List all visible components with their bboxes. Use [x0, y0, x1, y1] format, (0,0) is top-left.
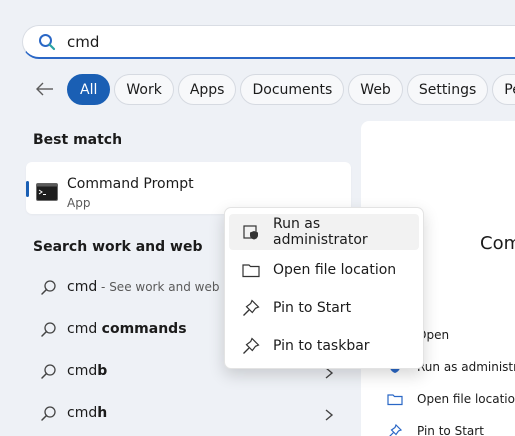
- folder-icon: [242, 261, 260, 279]
- chevron-right-icon[interactable]: [323, 407, 335, 421]
- result-text: cmd: [67, 321, 102, 337]
- menu-label: Run as administrator: [273, 216, 368, 248]
- result-text: cmd: [67, 279, 98, 295]
- menu-pin-to-start[interactable]: Pin to Start: [229, 290, 419, 326]
- result-bold-text: h: [97, 405, 108, 421]
- filter-people[interactable]: People: [492, 74, 515, 105]
- context-menu: Run as administrator Open file location …: [224, 207, 424, 369]
- menu-open-file-location[interactable]: Open file location: [229, 252, 419, 288]
- details-title: Command Prompt: [480, 233, 515, 254]
- filter-tabs: All Work Apps Documents Web Settings Peo…: [67, 74, 515, 105]
- menu-pin-to-taskbar[interactable]: Pin to taskbar: [229, 328, 419, 364]
- pin-icon: [242, 299, 260, 317]
- folder-icon: [387, 391, 403, 407]
- search-input[interactable]: [67, 32, 467, 51]
- search-icon: [40, 363, 58, 381]
- filter-work[interactable]: Work: [114, 74, 174, 105]
- menu-label: Pin to Start: [273, 300, 352, 316]
- action-label: Pin to Start: [417, 424, 484, 436]
- pin-icon: [242, 337, 260, 355]
- result-bold-text: commands: [101, 321, 187, 337]
- action-pin-to-start[interactable]: Pin to Start: [387, 420, 484, 436]
- search-icon: [40, 279, 58, 297]
- result-text: cmd: [67, 405, 98, 421]
- search-icon: [37, 32, 57, 52]
- action-label: Run as administrator: [417, 360, 515, 374]
- web-result-row[interactable]: cmdh: [26, 395, 351, 433]
- filter-label: People: [504, 81, 515, 98]
- filter-label: Web: [360, 81, 391, 98]
- filter-label: Work: [126, 81, 162, 98]
- filter-label: Apps: [189, 81, 225, 98]
- best-match-type: App: [67, 196, 91, 210]
- menu-run-as-administrator[interactable]: Run as administrator: [229, 214, 419, 250]
- action-open-file-location[interactable]: Open file location: [387, 388, 515, 410]
- pin-icon: [387, 423, 403, 436]
- selection-accent: [26, 181, 29, 197]
- filter-apps[interactable]: Apps: [177, 74, 237, 105]
- result-bold-text: b: [97, 363, 108, 379]
- result-text: cmd: [67, 363, 98, 379]
- search-web-heading: Search work and web: [33, 239, 203, 255]
- search-icon: [40, 321, 58, 339]
- menu-label: Pin to taskbar: [273, 338, 370, 354]
- action-label: Open file location: [417, 392, 515, 406]
- back-arrow-icon[interactable]: [34, 78, 56, 100]
- filter-documents[interactable]: Documents: [240, 74, 345, 105]
- best-match-name: Command Prompt: [67, 176, 194, 192]
- search-bar[interactable]: [22, 25, 515, 59]
- filter-label: Settings: [418, 81, 477, 98]
- windows-search-panel: All Work Apps Documents Web Settings Peo…: [0, 0, 515, 436]
- filter-web[interactable]: Web: [348, 74, 403, 105]
- filter-settings[interactable]: Settings: [406, 74, 489, 105]
- search-icon: [40, 405, 58, 423]
- filter-label: All: [80, 81, 98, 98]
- best-match-heading: Best match: [33, 132, 123, 148]
- filter-label: Documents: [252, 81, 333, 98]
- menu-label: Open file location: [273, 262, 397, 278]
- shield-icon: [242, 223, 260, 241]
- command-prompt-icon: [36, 183, 58, 201]
- filter-all[interactable]: All: [67, 74, 111, 105]
